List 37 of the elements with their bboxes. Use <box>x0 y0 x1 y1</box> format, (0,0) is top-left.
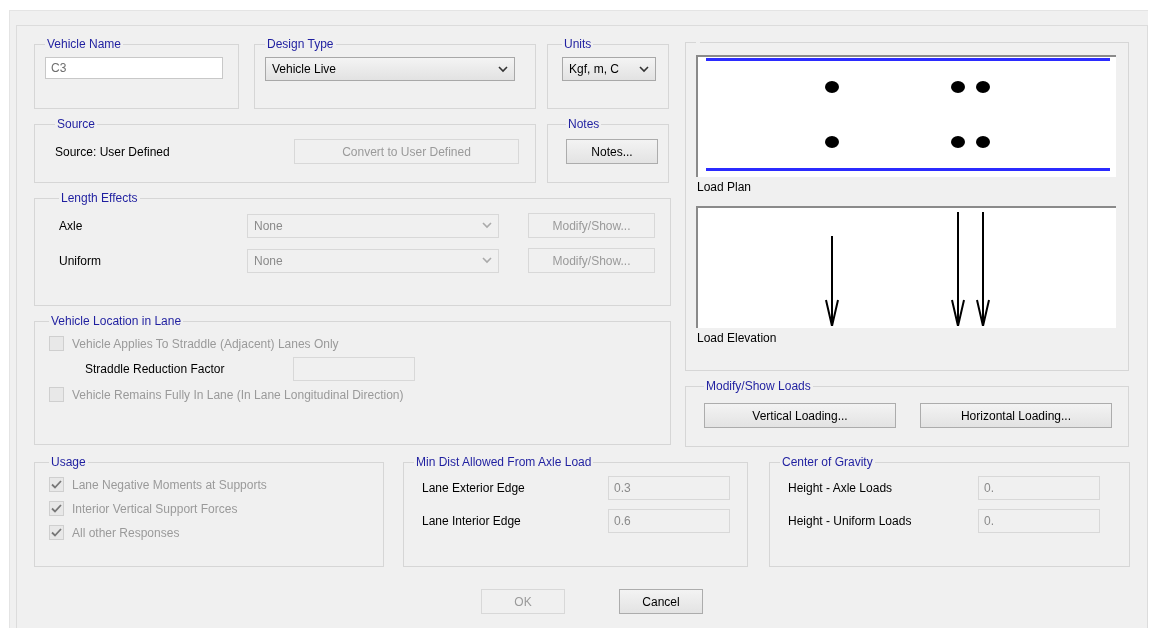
group-title: Design Type <box>267 37 334 51</box>
elevation-caption: Load Elevation <box>697 331 778 345</box>
field-label: Lane Exterior Edge <box>422 481 526 495</box>
button[interactable]: Horizontal Loading... <box>920 403 1112 428</box>
units-dropdown[interactable]: Kgf, m, C <box>562 57 656 81</box>
vehicle-name-field[interactable]: C3 <box>45 57 223 79</box>
row-label: Uniform <box>59 253 102 268</box>
source-text: Source: User Defined <box>55 144 170 159</box>
button[interactable]: Notes... <box>566 139 658 164</box>
caret-icon <box>639 65 649 73</box>
field-label: Height - Uniform Loads <box>788 514 913 528</box>
group-title: Vehicle Location in Lane <box>51 314 182 328</box>
caret-icon <box>482 222 492 229</box>
group-title: Source <box>57 117 96 131</box>
plan-caption: Load Plan <box>697 180 753 194</box>
checkbox-label: All other Responses <box>72 525 180 540</box>
field-label: Straddle Reduction Factor <box>85 362 226 376</box>
button[interactable]: Vertical Loading... <box>704 403 896 428</box>
checkbox-label: Vehicle Remains Fully In Lane (In Lane Longitudinal Direction) <box>72 387 404 402</box>
row-label: Axle <box>59 218 84 233</box>
checkbox-label: Interior Vertical Support Forces <box>72 501 238 516</box>
field-label: Lane Interior Edge <box>422 514 522 528</box>
design-type-dropdown[interactable]: Vehicle Live <box>265 57 515 81</box>
group-title: Min Dist Allowed From Axle Load <box>416 455 592 469</box>
group-title: Units <box>564 37 592 51</box>
group-title: Notes <box>568 117 600 131</box>
group-title: Usage <box>51 455 86 469</box>
checkbox-label: Vehicle Applies To Straddle (Adjacent) Lanes Only <box>72 336 339 351</box>
caret-icon <box>498 65 508 73</box>
group-title: Modify/Show Loads <box>706 379 811 393</box>
field-label: Height - Axle Loads <box>788 481 894 495</box>
group-title: Vehicle Name <box>47 37 122 51</box>
caret-icon <box>482 257 492 264</box>
group-title: Center of Gravity <box>782 455 873 469</box>
group-title: Length Effects <box>61 191 138 205</box>
checkbox-label: Lane Negative Moments at Supports <box>72 477 267 492</box>
button[interactable]: Cancel <box>619 589 703 614</box>
